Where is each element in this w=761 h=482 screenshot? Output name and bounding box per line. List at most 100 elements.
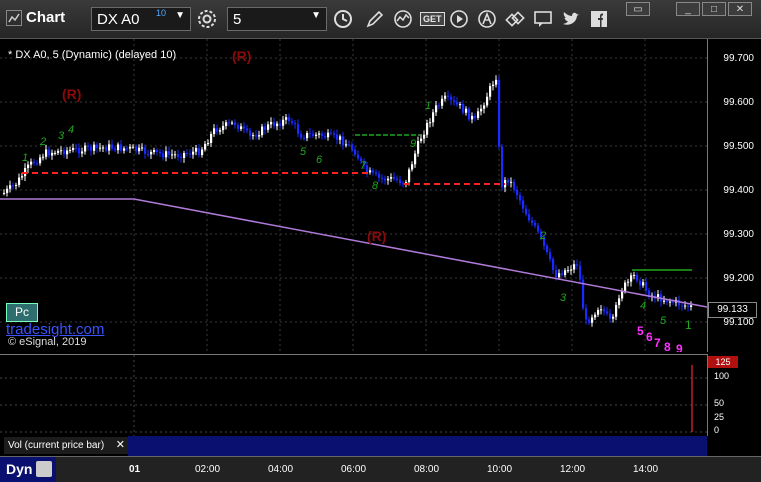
- price-chart-svg[interactable]: 12 3 456 789123455 6 7 8 91: [0, 39, 708, 356]
- symbol-input[interactable]: DX A0 10 ▼: [91, 7, 191, 31]
- candle-body: [228, 122, 231, 124]
- candle-body: [27, 164, 30, 169]
- get-icon[interactable]: GET: [420, 8, 445, 30]
- app-title[interactable]: Chart: [6, 9, 65, 26]
- r-marker: (R): [62, 86, 82, 102]
- pc-badge[interactable]: Pc: [6, 303, 38, 322]
- dyn-label: Dyn: [6, 461, 33, 477]
- candle-body: [423, 134, 426, 139]
- candle-body: [438, 105, 441, 107]
- pencil-icon[interactable]: [364, 8, 386, 30]
- price-label: 99.300: [723, 229, 754, 240]
- candle-body: [222, 125, 225, 131]
- candle-body: [105, 147, 108, 151]
- candle-body: [177, 154, 180, 157]
- candle-body: [258, 135, 261, 137]
- candle-body: [564, 270, 567, 276]
- candle-body: [687, 305, 690, 307]
- candle-body: [123, 148, 126, 151]
- candle-body: [444, 95, 447, 99]
- candle-body: [321, 133, 324, 136]
- interval-select[interactable]: 5 ▼: [227, 7, 327, 31]
- candle-body: [567, 270, 570, 272]
- price-label: 99.500: [723, 141, 754, 152]
- candle-body: [6, 188, 9, 193]
- gear-icon[interactable]: [196, 8, 218, 30]
- candle-body: [483, 105, 486, 109]
- candle-body: [117, 144, 120, 151]
- price-chart[interactable]: 12345678912345567891: [0, 39, 708, 356]
- candle-body: [216, 128, 219, 132]
- candle-body: [474, 116, 477, 118]
- candle-body: [15, 184, 18, 186]
- link-icon[interactable]: [504, 8, 526, 30]
- maximize-window-button[interactable]: □: [702, 2, 726, 16]
- close-icon[interactable]: ✕: [116, 437, 125, 454]
- candle-body: [267, 124, 270, 130]
- time-label: 12:00: [560, 464, 586, 475]
- clock-icon[interactable]: [332, 8, 354, 30]
- volume-label: 100: [714, 371, 730, 381]
- candle-body: [219, 130, 222, 132]
- chart-app-icon: [6, 9, 22, 26]
- lock-icon[interactable]: [36, 461, 52, 477]
- setup-count: 3: [560, 292, 567, 304]
- facebook-icon[interactable]: [588, 8, 610, 30]
- candle-body: [300, 133, 303, 138]
- candle-body: [531, 220, 534, 223]
- candle-body: [72, 148, 75, 150]
- candle-body: [627, 281, 630, 283]
- candle-body: [84, 145, 87, 152]
- study-icon[interactable]: [392, 8, 414, 30]
- candle-body: [666, 300, 669, 303]
- candle-body: [615, 304, 618, 317]
- candle-body: [159, 151, 162, 154]
- chevron-down-icon[interactable]: ▼: [175, 10, 185, 21]
- candle-body: [102, 147, 105, 149]
- candle-body: [135, 146, 138, 152]
- candle-body: [588, 319, 591, 323]
- candle-body: [426, 122, 429, 135]
- candle-body: [633, 274, 636, 276]
- candle-body: [597, 309, 600, 315]
- candle-body: [30, 161, 33, 165]
- candle-body: [264, 126, 267, 130]
- candle-body: [189, 153, 192, 155]
- candle-body: [477, 111, 480, 118]
- candle-body: [465, 108, 468, 113]
- candle-body: [255, 135, 258, 137]
- candle-body: [342, 136, 345, 146]
- price-label: 99.700: [723, 53, 754, 64]
- twitter-icon[interactable]: [560, 8, 582, 30]
- candle-body: [417, 141, 420, 154]
- setup-count: 7: [360, 160, 367, 172]
- candle-body: [345, 144, 348, 146]
- restore-window-button[interactable]: ▭: [626, 2, 650, 16]
- symbol-value: DX A0: [97, 11, 140, 28]
- candle-body: [57, 150, 60, 153]
- candle-body: [237, 124, 240, 130]
- play-icon[interactable]: [448, 8, 470, 30]
- chevron-down-icon[interactable]: ▼: [311, 10, 321, 21]
- chart-toolbar: Chart DX A0 10 ▼ 5 ▼ GET ▭ _ □ ✕: [0, 0, 761, 39]
- candle-body: [12, 185, 15, 187]
- alert-icon[interactable]: [476, 8, 498, 30]
- chart-header: * DX A0, 5 (Dynamic) (delayed 10): [8, 49, 177, 61]
- time-label: 10:00: [487, 464, 513, 475]
- candle-body: [87, 145, 90, 147]
- minimize-window-button[interactable]: _: [676, 2, 700, 16]
- candle-body: [330, 132, 333, 134]
- candle-body: [513, 181, 516, 190]
- candle-body: [243, 126, 246, 129]
- close-window-button[interactable]: ✕: [728, 2, 752, 16]
- candle-body: [240, 126, 243, 130]
- comment-icon[interactable]: [532, 8, 554, 30]
- dyn-button[interactable]: Dyn: [0, 457, 56, 482]
- candle-body: [282, 119, 285, 126]
- candle-body: [402, 183, 405, 185]
- candle-body: [456, 101, 459, 105]
- candle-body: [195, 148, 198, 152]
- candle-body: [93, 144, 96, 151]
- volume-panel[interactable]: [0, 354, 707, 437]
- price-axis[interactable]: 99.700 99.600 99.500 99.400 99.300 99.20…: [707, 39, 761, 352]
